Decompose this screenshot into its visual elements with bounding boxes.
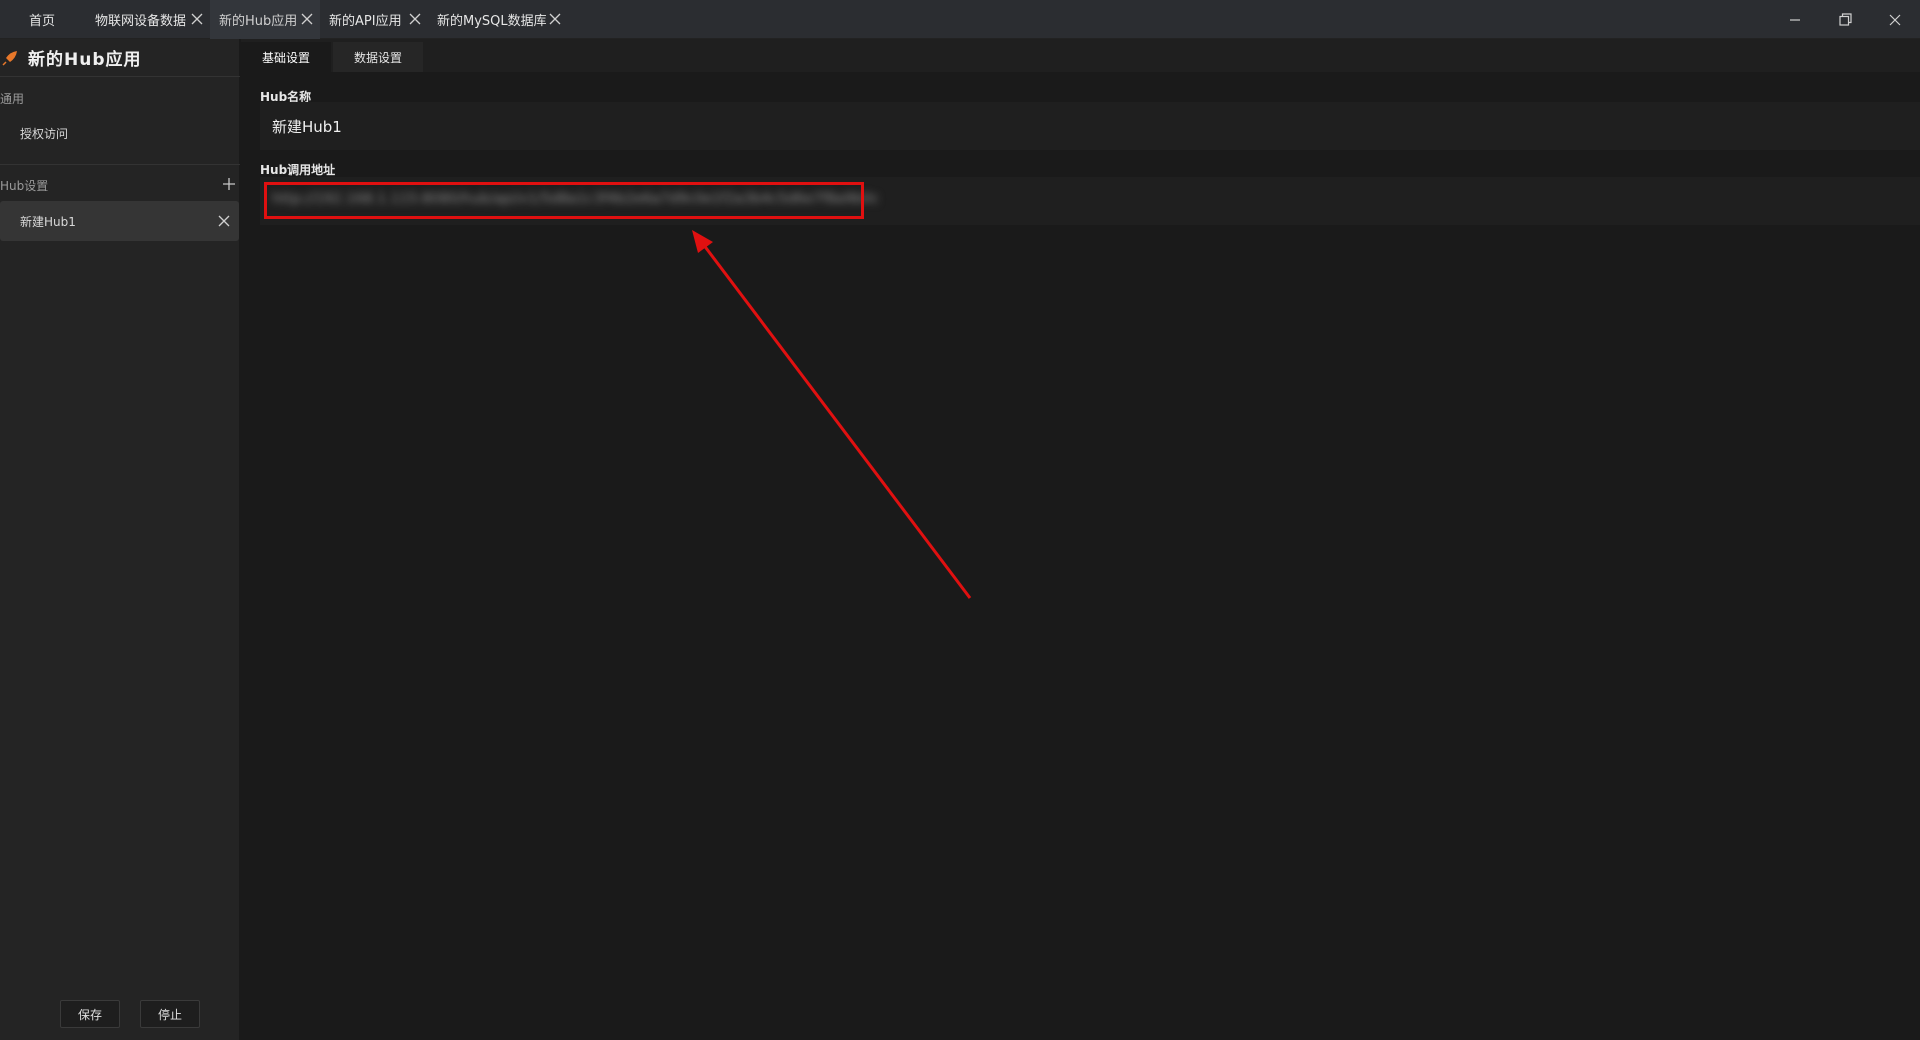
app-title: 新的Hub应用 xyxy=(28,50,142,70)
close-icon[interactable] xyxy=(190,12,204,26)
tab-label: 新的API应用 xyxy=(329,14,402,29)
minimize-icon xyxy=(1790,18,1800,21)
hub-url-value-blurred: http://192.168.1.115:8080/hub/api/v1/5d8… xyxy=(272,191,879,207)
close-icon[interactable] xyxy=(548,12,562,26)
minimize-button[interactable] xyxy=(1770,0,1820,39)
tab-label: 首页 xyxy=(29,14,56,29)
tab-label: 基础设置 xyxy=(261,50,310,65)
sidebar-item-new-hub1[interactable]: 新建Hub1 xyxy=(0,201,239,241)
hub-url-field[interactable]: http://192.168.1.115:8080/hub/api/v1/5d8… xyxy=(260,177,1920,225)
plus-icon xyxy=(223,178,235,190)
tab-new-hub-app[interactable]: 新的Hub应用 xyxy=(210,0,320,39)
section-title-general: 通用 xyxy=(0,92,25,106)
tab-new-mysql-db[interactable]: 新的MySQL数据库 xyxy=(428,0,568,39)
window-close-button[interactable] xyxy=(1870,0,1920,39)
tab-label: 新的Hub应用 xyxy=(219,14,298,29)
hub-name-field xyxy=(260,102,1920,150)
tab-iot-device-data[interactable]: 物联网设备数据 xyxy=(86,0,210,39)
hub-name-input[interactable] xyxy=(260,102,1920,150)
close-icon[interactable] xyxy=(217,214,231,228)
section-title-hub-settings: Hub设置 xyxy=(0,179,49,193)
add-hub-button[interactable] xyxy=(221,176,237,192)
tab-data-settings[interactable]: 数据设置 xyxy=(333,42,423,72)
close-icon xyxy=(1889,14,1901,25)
tab-label: 物联网设备数据 xyxy=(95,14,187,29)
restore-button[interactable] xyxy=(1820,0,1870,39)
save-button[interactable]: 保存 xyxy=(60,1000,120,1028)
hub-url-label: Hub调用地址 xyxy=(260,163,336,177)
tab-home[interactable]: 首页 xyxy=(20,0,86,39)
tab-label: 数据设置 xyxy=(353,50,402,65)
tab-basic-settings[interactable]: 基础设置 xyxy=(241,42,331,72)
app-header: 新的Hub应用 xyxy=(0,39,240,77)
close-icon[interactable] xyxy=(408,12,422,26)
main-panel: 基础设置 数据设置 Hub名称 Hub调用地址 http://192.168.1… xyxy=(241,39,1920,1040)
stop-button[interactable]: 停止 xyxy=(140,1000,200,1028)
rocket-icon xyxy=(2,50,17,66)
top-tab-bar: 首页 物联网设备数据 新的Hub应用 新的API应用 新的MySQL数据库 xyxy=(0,0,1920,39)
tab-new-api-app[interactable]: 新的API应用 xyxy=(320,0,428,39)
tab-label: 新的MySQL数据库 xyxy=(437,14,547,29)
restore-icon xyxy=(1838,13,1852,26)
sidebar-item-authorized-access[interactable]: 授权访问 xyxy=(0,113,240,153)
sidebar-item-label: 新建Hub1 xyxy=(20,214,76,229)
sidebar-item-label: 授权访问 xyxy=(20,126,69,141)
section-divider xyxy=(0,164,240,165)
close-icon[interactable] xyxy=(300,12,314,26)
sidebar: 新的Hub应用 通用 授权访问 Hub设置 新建Hub1 保存 停止 xyxy=(0,39,240,1040)
settings-tab-strip: 基础设置 数据设置 xyxy=(241,39,1920,72)
